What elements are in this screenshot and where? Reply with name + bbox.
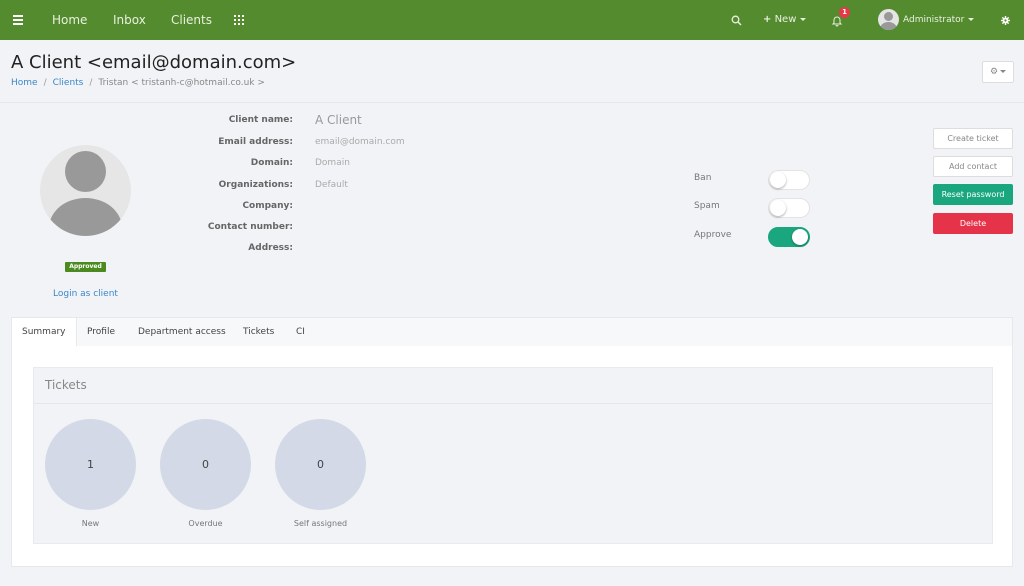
domain-label: Domain: <box>250 158 293 168</box>
menu-icon[interactable] <box>13 0 25 40</box>
new-dropdown[interactable]: + New <box>763 0 807 40</box>
add-contact-button[interactable]: Add contact <box>933 156 1013 177</box>
organizations-label: Organizations: <box>218 180 293 190</box>
create-ticket-button[interactable]: Create ticket <box>933 128 1013 149</box>
new-label: New <box>774 14 797 25</box>
settings-gear-icon[interactable] <box>1001 0 1010 40</box>
spam-toggle[interactable] <box>768 198 810 218</box>
stat-overdue-label: Overdue <box>188 519 223 528</box>
status-badge: Approved <box>65 262 106 272</box>
top-navbar: Home Inbox Clients + New 1 Administrator <box>0 0 1024 40</box>
breadcrumb-clients[interactable]: Clients <box>53 78 84 88</box>
user-menu[interactable]: Administrator <box>903 0 975 40</box>
stat-self-assigned[interactable]: 0 Self assigned <box>275 419 366 528</box>
tickets-summary-box: Tickets 1 New 0 Overdue 0 Self assigned <box>33 367 993 544</box>
page-settings-button[interactable]: ⚙ <box>982 61 1014 83</box>
client-name-value: A Client <box>315 113 362 127</box>
user-avatar[interactable] <box>878 9 899 30</box>
user-name: Administrator <box>903 15 965 25</box>
tickets-title: Tickets <box>45 378 87 392</box>
caret-down-icon <box>1000 70 1007 73</box>
page-title: A Client <email@domain.com> <box>11 52 297 73</box>
tab-bar: Summary Profile Department access Ticket… <box>12 318 1012 346</box>
breadcrumb-separator: / <box>43 78 47 88</box>
tab-department-access[interactable]: Department access <box>128 318 236 346</box>
spam-label: Spam <box>694 201 720 211</box>
breadcrumb: Home / Clients / Tristan < tristanh-c@hotmai… <box>11 78 265 88</box>
reset-password-button[interactable]: Reset password <box>933 184 1013 205</box>
notification-badge: 1 <box>839 7 850 18</box>
ban-toggle[interactable] <box>768 170 810 190</box>
search-icon[interactable] <box>731 0 742 40</box>
delete-button[interactable]: Delete <box>933 213 1013 234</box>
stat-new[interactable]: 1 New <box>45 419 136 528</box>
nav-home[interactable]: Home <box>52 0 87 40</box>
ban-label: Ban <box>694 173 712 183</box>
tickets-divider <box>34 403 992 404</box>
email-label: Email address: <box>218 137 293 147</box>
client-name-label: Client name: <box>228 115 293 125</box>
tab-tickets[interactable]: Tickets <box>233 318 284 346</box>
nav-inbox[interactable]: Inbox <box>113 0 146 40</box>
apps-grid-icon[interactable] <box>234 0 246 40</box>
address-label: Address: <box>248 243 293 253</box>
approve-toggle[interactable] <box>768 227 810 247</box>
domain-value: Domain <box>315 158 350 168</box>
contact-number-label: Contact number: <box>207 222 293 232</box>
stat-self-assigned-count: 0 <box>275 419 366 510</box>
breadcrumb-home[interactable]: Home <box>11 78 38 88</box>
client-avatar <box>40 145 131 236</box>
stat-self-assigned-label: Self assigned <box>293 519 348 528</box>
caret-down-icon <box>800 17 807 21</box>
client-tabs-panel: Summary Profile Department access Ticket… <box>11 317 1013 567</box>
tab-ci[interactable]: CI <box>286 318 315 346</box>
caret-down-icon <box>968 18 975 21</box>
breadcrumb-separator: / <box>89 78 93 88</box>
header-divider <box>0 102 1024 103</box>
notifications-bell-icon[interactable] <box>831 0 843 40</box>
tab-profile[interactable]: Profile <box>77 318 125 346</box>
gear-icon: ⚙ <box>989 67 999 77</box>
stat-overdue-count: 0 <box>160 419 251 510</box>
stat-new-label: New <box>81 519 100 528</box>
plus-icon: + <box>763 14 772 25</box>
breadcrumb-current: Tristan < tristanh-c@hotmail.co.uk > <box>98 78 265 88</box>
approve-label: Approve <box>694 230 732 240</box>
nav-clients[interactable]: Clients <box>171 0 212 40</box>
tab-summary[interactable]: Summary <box>12 318 77 346</box>
email-value: email@domain.com <box>315 137 405 147</box>
stat-new-count: 1 <box>45 419 136 510</box>
stat-overdue[interactable]: 0 Overdue <box>160 419 251 528</box>
organizations-value: Default <box>315 180 348 190</box>
company-label: Company: <box>242 201 293 211</box>
login-as-client-link[interactable]: Login as client <box>40 289 131 299</box>
